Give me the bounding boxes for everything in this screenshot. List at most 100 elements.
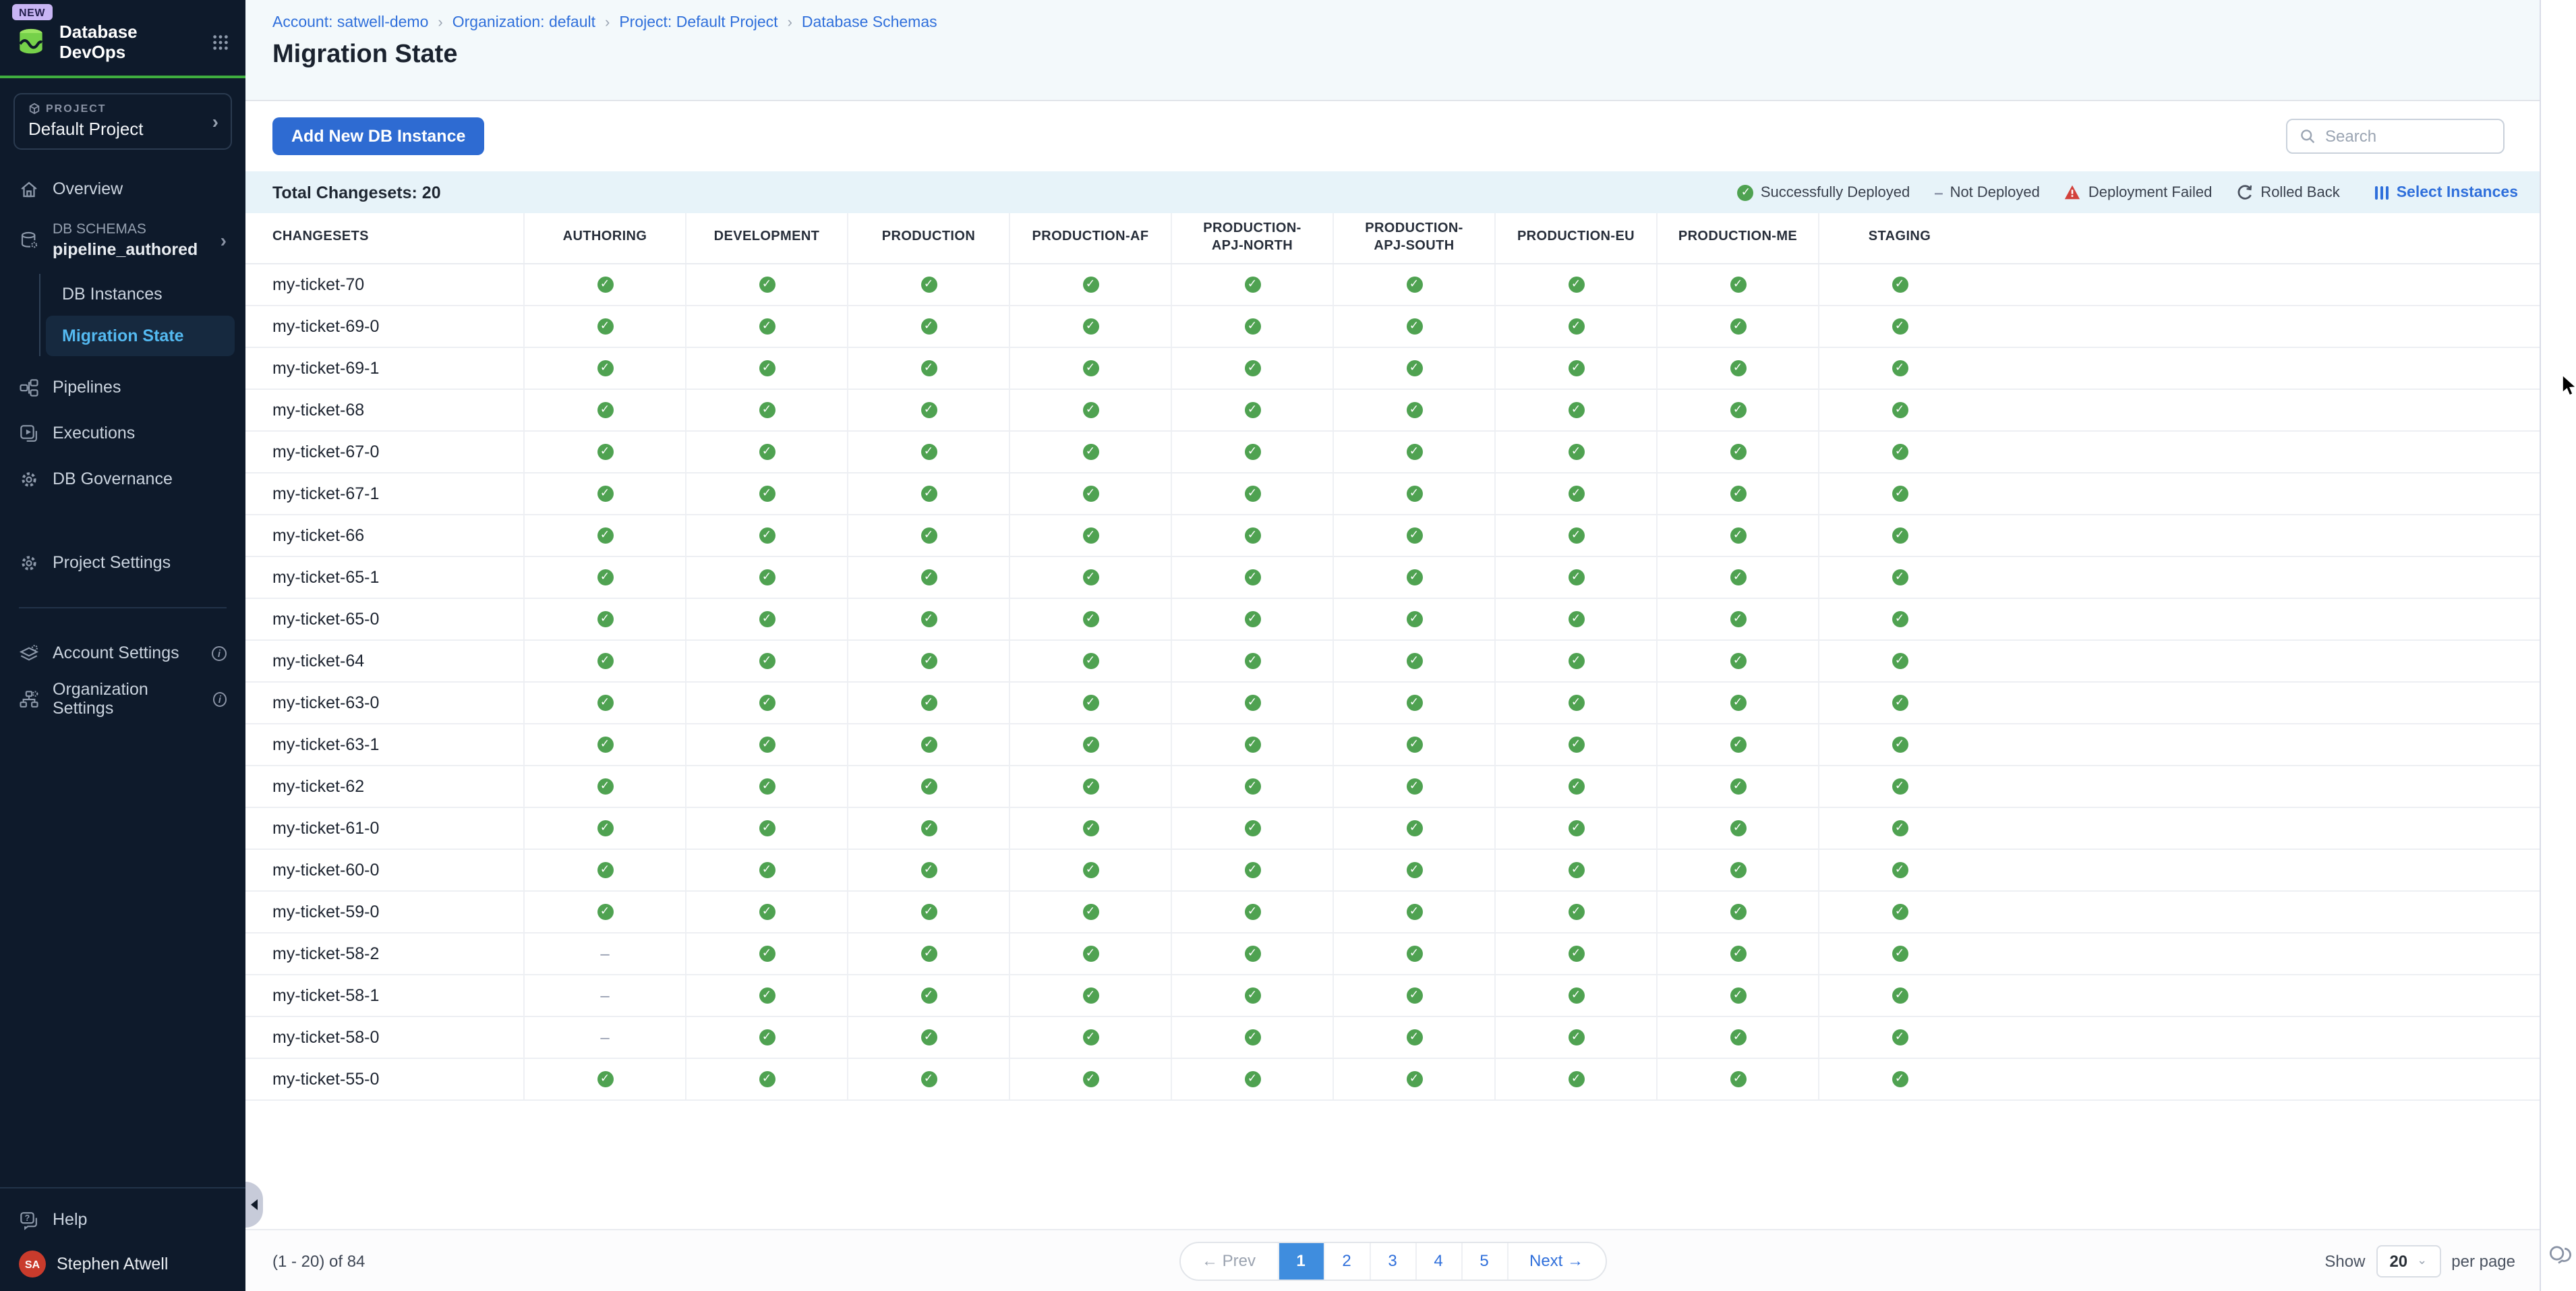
status-cell[interactable]: ✓ [1818, 1017, 1980, 1058]
status-cell[interactable]: ✓ [1333, 474, 1494, 514]
status-cell[interactable]: ✓ [1333, 432, 1494, 472]
status-cell[interactable]: ✓ [1333, 1017, 1494, 1058]
status-cell[interactable]: ✓ [523, 683, 685, 723]
status-cell[interactable]: ✓ [1818, 892, 1980, 932]
page-size-select[interactable]: 20 ⌄ [2376, 1244, 2440, 1277]
status-cell[interactable]: ✓ [523, 724, 685, 765]
status-cell[interactable]: ✓ [1656, 432, 1818, 472]
status-cell[interactable]: ✓ [685, 850, 847, 890]
status-cell[interactable]: ✓ [1009, 390, 1171, 430]
status-cell[interactable]: ✓ [847, 975, 1009, 1016]
changeset-name[interactable]: my-ticket-68 [245, 390, 523, 430]
project-selector[interactable]: PROJECT Default Project › [13, 93, 232, 150]
status-cell[interactable]: ✓ [1171, 390, 1333, 430]
status-cell[interactable]: ✓ [1333, 975, 1494, 1016]
status-cell[interactable]: ✓ [847, 934, 1009, 974]
status-cell[interactable]: ✓ [1009, 432, 1171, 472]
page-button-5[interactable]: 5 [1461, 1242, 1506, 1279]
status-cell[interactable]: ✓ [1494, 934, 1656, 974]
status-cell[interactable]: ✓ [1494, 975, 1656, 1016]
status-cell[interactable]: ✓ [685, 683, 847, 723]
status-cell[interactable]: ✓ [1494, 264, 1656, 305]
status-cell[interactable]: ✓ [1656, 934, 1818, 974]
status-cell[interactable]: ✓ [1494, 557, 1656, 598]
sidebar-item-db-schemas[interactable]: DB SCHEMAS pipeline_authored › [0, 212, 245, 268]
status-cell[interactable]: ✓ [1171, 1017, 1333, 1058]
sidebar-item-migration-state[interactable]: Migration State [46, 316, 235, 356]
status-cell[interactable]: ✓ [1818, 766, 1980, 807]
status-cell[interactable]: ✓ [685, 515, 847, 556]
status-cell[interactable]: ✓ [1009, 1017, 1171, 1058]
status-cell[interactable]: ✓ [847, 808, 1009, 849]
status-cell[interactable]: ✓ [523, 641, 685, 681]
status-cell[interactable]: ✓ [1333, 641, 1494, 681]
info-icon[interactable]: i [213, 691, 227, 706]
status-cell[interactable]: ✓ [1656, 264, 1818, 305]
status-cell[interactable]: ✓ [1818, 808, 1980, 849]
status-cell[interactable]: – [523, 975, 685, 1016]
status-cell[interactable]: ✓ [1494, 850, 1656, 890]
status-cell[interactable]: ✓ [1009, 348, 1171, 389]
status-cell[interactable]: ✓ [1818, 934, 1980, 974]
changeset-name[interactable]: my-ticket-69-0 [245, 306, 523, 347]
status-cell[interactable]: ✓ [1656, 474, 1818, 514]
changeset-name[interactable]: my-ticket-69-1 [245, 348, 523, 389]
status-cell[interactable]: ✓ [1494, 1059, 1656, 1099]
status-cell[interactable]: ✓ [1009, 557, 1171, 598]
sidebar-item-organization-settings[interactable]: Organization Settings i [0, 676, 245, 722]
status-cell[interactable]: ✓ [1009, 683, 1171, 723]
status-cell[interactable]: ✓ [1494, 641, 1656, 681]
status-cell[interactable]: ✓ [1818, 390, 1980, 430]
status-cell[interactable]: ✓ [1333, 850, 1494, 890]
status-cell[interactable]: ✓ [1171, 599, 1333, 639]
status-cell[interactable]: ✓ [523, 306, 685, 347]
breadcrumb-database-schemas[interactable]: Database Schemas [802, 15, 937, 31]
sidebar-item-db-instances[interactable]: DB Instances [46, 274, 235, 314]
status-cell[interactable]: ✓ [1009, 766, 1171, 807]
apps-grid-icon[interactable] [212, 33, 229, 51]
status-cell[interactable]: ✓ [685, 934, 847, 974]
sidebar-item-db-governance[interactable]: DB Governance [0, 456, 245, 502]
status-cell[interactable]: ✓ [1171, 557, 1333, 598]
status-cell[interactable]: ✓ [1009, 515, 1171, 556]
status-cell[interactable]: ✓ [1171, 724, 1333, 765]
next-page-button[interactable]: Next → [1506, 1242, 1605, 1279]
status-cell[interactable]: ✓ [1333, 724, 1494, 765]
status-cell[interactable]: ✓ [1333, 306, 1494, 347]
status-cell[interactable]: ✓ [685, 390, 847, 430]
status-cell[interactable]: ✓ [1656, 766, 1818, 807]
status-cell[interactable]: ✓ [1494, 766, 1656, 807]
status-cell[interactable]: ✓ [1494, 1017, 1656, 1058]
page-button-3[interactable]: 3 [1369, 1242, 1415, 1279]
status-cell[interactable]: ✓ [1333, 808, 1494, 849]
status-cell[interactable]: ✓ [1656, 724, 1818, 765]
status-cell[interactable]: ✓ [1494, 348, 1656, 389]
add-new-db-instance-button[interactable]: Add New DB Instance [272, 117, 484, 155]
status-cell[interactable]: ✓ [1656, 1017, 1818, 1058]
status-cell[interactable]: ✓ [1818, 474, 1980, 514]
status-cell[interactable]: ✓ [1656, 1059, 1818, 1099]
status-cell[interactable]: ✓ [685, 348, 847, 389]
status-cell[interactable]: ✓ [685, 808, 847, 849]
status-cell[interactable]: ✓ [1494, 515, 1656, 556]
sidebar-item-executions[interactable]: Executions [0, 410, 245, 456]
status-cell[interactable]: ✓ [1171, 432, 1333, 472]
changeset-name[interactable]: my-ticket-63-1 [245, 724, 523, 765]
status-cell[interactable]: ✓ [1818, 599, 1980, 639]
status-cell[interactable]: ✓ [847, 432, 1009, 472]
select-instances-button[interactable]: Select Instances [2375, 184, 2518, 200]
prev-page-button[interactable]: ← Prev [1180, 1242, 1277, 1279]
status-cell[interactable]: ✓ [523, 557, 685, 598]
changeset-name[interactable]: my-ticket-67-1 [245, 474, 523, 514]
status-cell[interactable]: ✓ [685, 306, 847, 347]
changeset-name[interactable]: my-ticket-63-0 [245, 683, 523, 723]
user-menu[interactable]: SA Stephen Atwell [0, 1240, 245, 1278]
changeset-name[interactable]: my-ticket-58-0 [245, 1017, 523, 1058]
status-cell[interactable]: ✓ [1494, 474, 1656, 514]
changeset-name[interactable]: my-ticket-66 [245, 515, 523, 556]
status-cell[interactable]: ✓ [1171, 850, 1333, 890]
status-cell[interactable]: ✓ [1656, 348, 1818, 389]
status-cell[interactable]: ✓ [685, 766, 847, 807]
status-cell[interactable]: ✓ [1333, 348, 1494, 389]
status-cell[interactable]: ✓ [523, 390, 685, 430]
